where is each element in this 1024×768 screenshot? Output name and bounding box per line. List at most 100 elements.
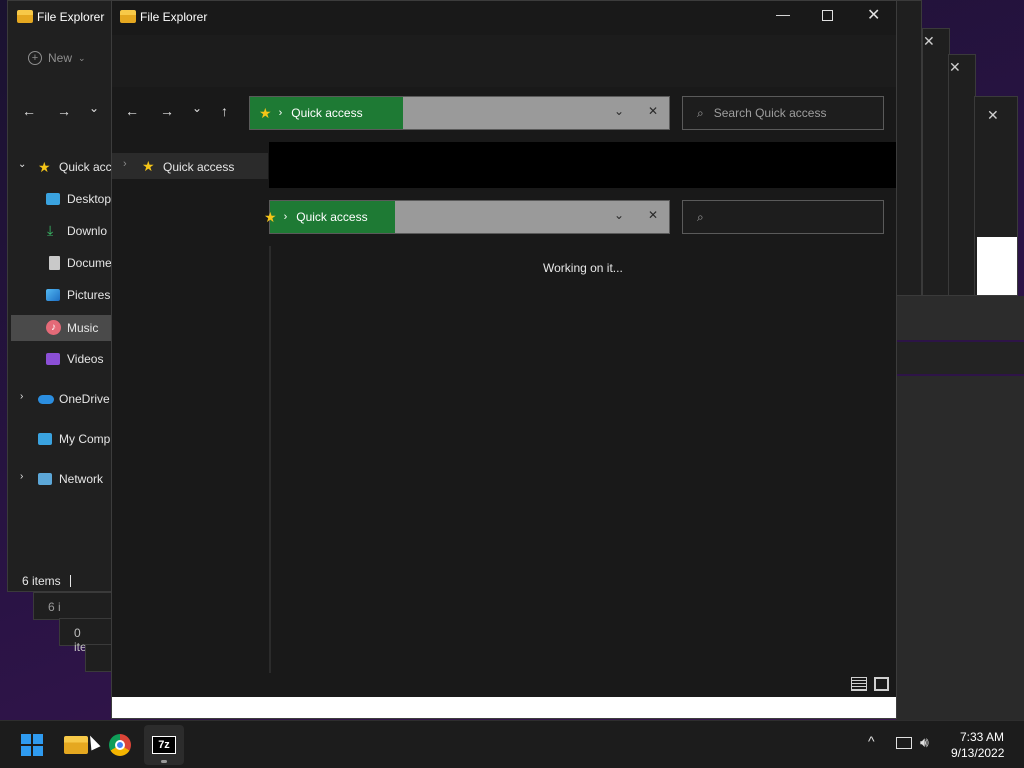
inner-breadcrumb[interactable]: ★ › Quick access [264, 201, 395, 233]
nav-item-downloads[interactable]: ⤓ Downlo [8, 221, 112, 241]
status-items: 6 items [22, 574, 61, 588]
stacked-window: 6 i [33, 592, 113, 620]
start-button[interactable] [12, 725, 52, 765]
stacked-window: ✕ [922, 28, 950, 296]
forward-arrow-icon[interactable]: → [57, 103, 71, 119]
search-icon: ⌕ [697, 105, 704, 120]
folder-icon [64, 736, 88, 754]
chevron-down-icon[interactable]: ⌄ [614, 104, 624, 118]
search-icon: ⌕ [697, 209, 704, 224]
background-strip [896, 342, 1024, 374]
background-strip [896, 296, 1024, 340]
7zip-label: 7z [158, 739, 170, 751]
nav-item-network[interactable]: › Network [8, 469, 112, 489]
inner-search-input[interactable]: ⌕ [682, 200, 884, 234]
taskbar: 7z ^ 🔊︎ 7:33 AM 9/13/2022 [0, 720, 1024, 768]
nav-pane [112, 142, 269, 698]
chevron-down-icon[interactable]: ⌄ [192, 101, 202, 115]
active-app-indicator [161, 760, 167, 763]
nav-label: Desktop [67, 192, 112, 206]
nav-label: Network [59, 472, 104, 486]
new-label: New [48, 51, 73, 65]
chevron-right-icon: › [20, 391, 24, 402]
large-icons-view-icon[interactable] [874, 677, 889, 691]
front-explorer-window: File Explorer — ✕ ← → ⌄ ↑ ★ › Quick acce… [111, 0, 897, 719]
nav-label: Downlo [67, 224, 108, 238]
desktop-icon [46, 193, 60, 205]
nav-item-quick-access[interactable]: › ★ Quick access [112, 153, 268, 179]
chevron-down-icon[interactable]: ⌄ [89, 101, 99, 115]
windows-logo-icon [21, 734, 43, 756]
chrome-taskbar-button[interactable] [100, 725, 140, 765]
stacked-window [896, 0, 922, 296]
clock-time[interactable]: 7:33 AM [960, 730, 1004, 744]
star-icon: ★ [259, 104, 272, 121]
close-icon[interactable]: ✕ [867, 5, 880, 25]
back-arrow-icon[interactable]: ← [125, 103, 139, 119]
nav-item-documents[interactable]: Docume [8, 253, 112, 273]
nav-label: OneDrive [59, 392, 110, 406]
nav-label: Music [67, 321, 99, 335]
loading-message: Working on it... [543, 261, 623, 275]
folder-icon [120, 10, 136, 23]
nav-item-my-computer[interactable]: My Comp [8, 429, 112, 449]
nav-label: Videos [67, 352, 104, 366]
details-view-icon[interactable] [851, 677, 867, 691]
window-title: File Explorer [140, 10, 208, 24]
ribbon-area [112, 35, 896, 87]
chevron-up-icon[interactable]: ^ [868, 733, 875, 749]
computer-icon [38, 433, 52, 445]
star-icon: ★ [264, 208, 277, 225]
close-icon[interactable]: ✕ [987, 107, 999, 124]
nav-item-videos[interactable]: Videos [8, 349, 112, 369]
nav-item-pictures[interactable]: Pictures [8, 285, 112, 305]
search-input[interactable]: ⌕ Search Quick access [682, 96, 884, 130]
chevron-right-icon: › [123, 158, 127, 170]
close-icon[interactable]: ✕ [648, 104, 658, 118]
network-icon [38, 473, 52, 485]
pictures-icon [46, 289, 60, 301]
volume-icon[interactable]: 🔊︎ [920, 734, 929, 751]
address-bar[interactable]: ★ › Quick access ⌄ ✕ [249, 96, 670, 130]
nav-label: Docume [67, 256, 112, 270]
stack-status-text: 6 i [48, 600, 61, 614]
download-icon: ⤓ [47, 222, 54, 238]
new-button[interactable]: + New ⌄ [28, 51, 86, 65]
breadcrumb[interactable]: ★ › Quick access [250, 97, 403, 129]
plus-circle-icon: + [28, 51, 42, 65]
close-icon[interactable]: ✕ [923, 33, 935, 50]
close-icon[interactable]: ✕ [648, 208, 658, 222]
nav-label: Quick acc [59, 160, 112, 174]
nav-item-desktop[interactable]: Desktop [8, 189, 112, 209]
nav-label: My Comp [59, 432, 111, 446]
chevron-down-icon[interactable]: ⌄ [614, 208, 624, 222]
nav-label: Pictures [67, 288, 111, 302]
nav-item-onedrive[interactable]: › OneDrive [8, 389, 112, 409]
network-status-icon[interactable] [896, 737, 912, 749]
inner-address-bar[interactable]: ★ › Quick access ⌄ ✕ [264, 200, 670, 234]
back-arrow-icon[interactable]: ← [22, 103, 36, 119]
nav-item-quick-access[interactable]: ⌄ ★ Quick acc [8, 157, 112, 177]
maximize-icon[interactable] [822, 10, 833, 21]
chevron-down-icon: ⌄ [18, 159, 27, 170]
status-divider [70, 575, 71, 587]
chrome-icon [109, 734, 131, 756]
close-icon[interactable]: ✕ [949, 59, 961, 76]
7zip-taskbar-button[interactable]: 7z [144, 725, 184, 765]
chevron-down-icon: ⌄ [78, 52, 86, 63]
bottom-white-bar [112, 697, 896, 718]
clock-date[interactable]: 9/13/2022 [951, 746, 1004, 760]
stacked-window: 0 items [59, 618, 113, 654]
content-divider [269, 246, 271, 673]
forward-arrow-icon[interactable]: → [160, 103, 174, 119]
7zip-icon: 7z [152, 736, 176, 754]
nav-label: Quick access [163, 160, 235, 174]
back-explorer-window: File Explorer + New ⌄ ← → ⌄ ⌄ ★ Quick ac… [7, 0, 113, 592]
minimize-icon[interactable]: — [776, 6, 790, 22]
chevron-right-icon: › [20, 471, 24, 482]
up-arrow-icon[interactable]: ↑ [221, 103, 228, 119]
nav-item-music[interactable]: ♪ Music [11, 315, 112, 341]
breadcrumb-label: Quick access [296, 210, 368, 224]
search-placeholder: Search Quick access [713, 106, 827, 120]
white-panel [977, 237, 1017, 295]
